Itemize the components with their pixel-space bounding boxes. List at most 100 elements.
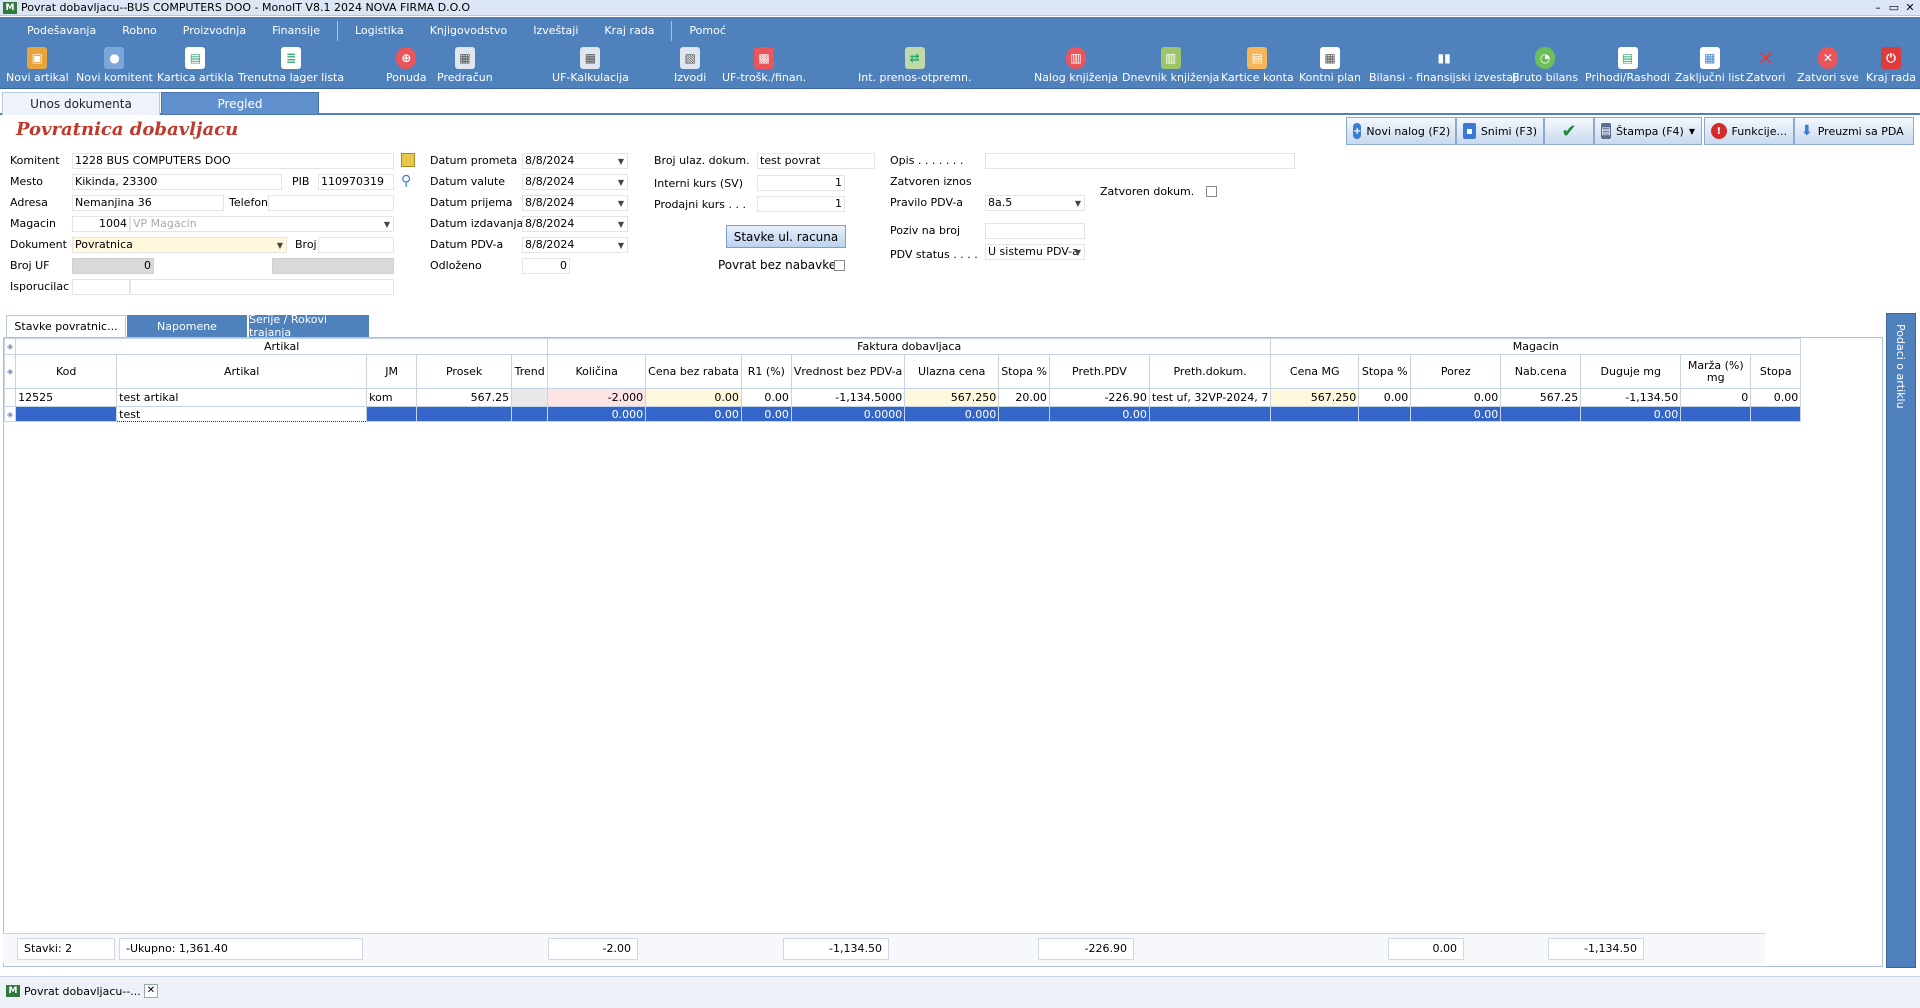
confirm-button[interactable]: ✔: [1544, 117, 1594, 145]
poziv-field[interactable]: [985, 223, 1085, 239]
cell-prosek[interactable]: 567.25: [416, 388, 513, 407]
cell-stopa-last[interactable]: [1750, 406, 1802, 422]
magacin-name-field[interactable]: VP Magacin ▼: [130, 216, 394, 232]
cell-duguje-mg[interactable]: -1,134.50: [1580, 388, 1682, 407]
tb-kraj-rada-button[interactable]: ⏻ Kraj rada: [1866, 47, 1916, 84]
tab-napomene[interactable]: Napomene: [127, 315, 247, 337]
tb-kontni-plan-button[interactable]: ▦ Kontni plan: [1299, 47, 1361, 84]
zatvoren-dokum-checkbox[interactable]: [1206, 186, 1217, 197]
col-nab-cena[interactable]: Nab.cena: [1500, 354, 1582, 389]
tab-serije-rokovi[interactable]: Serije / Rokovi trajanja: [249, 313, 369, 339]
col-marza-mg[interactable]: Marža (%) mg: [1680, 354, 1752, 389]
tb-dnevnik-knjizenja-button[interactable]: ▥ Dnevnik knjiženja: [1122, 47, 1219, 84]
tb-kartica-artikla-button[interactable]: ▤ Kartica artikla: [157, 47, 234, 84]
tb-novi-artikal-button[interactable]: ▣ Novi artikal: [6, 47, 69, 84]
odlozeno-field[interactable]: 0: [522, 258, 570, 274]
cell-jm[interactable]: kom: [366, 388, 418, 407]
tab-stavke-povratnice[interactable]: Stavke povratnic...: [6, 315, 126, 337]
cell-ulazna-cena[interactable]: 567.250: [904, 388, 1000, 407]
cell-porez[interactable]: 0.00: [1410, 388, 1502, 407]
tb-nalog-knjizenja-button[interactable]: ▥ Nalog knjiženja: [1034, 47, 1118, 84]
tb-predracun-button[interactable]: ▦ Predračun: [437, 47, 493, 84]
col-r1[interactable]: R1 (%): [740, 354, 792, 389]
cell-preth-pdv[interactable]: -226.90: [1048, 388, 1150, 407]
cell-jm[interactable]: [366, 406, 418, 422]
save-button[interactable]: ▪ Snimi (F3): [1456, 117, 1544, 145]
col-artikal[interactable]: Artikal: [116, 354, 368, 389]
opis-field[interactable]: [985, 153, 1295, 169]
col-cena-mg[interactable]: Cena MG: [1270, 354, 1360, 389]
col-vrednost-bez-pdv[interactable]: Vrednost bez PDV-a: [790, 354, 906, 389]
cell-r1[interactable]: 0.00: [740, 388, 792, 407]
menu-izvestaji[interactable]: Izveštaji: [520, 17, 591, 45]
cell-vrednost[interactable]: -1,134.5000: [790, 388, 906, 407]
broj-ulaz-field[interactable]: test povrat: [757, 153, 875, 169]
col-kolicina[interactable]: Količina: [547, 354, 647, 389]
cell-prosek[interactable]: [416, 406, 513, 422]
cell-stopa-mg[interactable]: [1358, 406, 1412, 422]
pravilo-select[interactable]: 8a.5 ▼: [985, 195, 1085, 211]
tb-novi-komitent-button[interactable]: ● Novi komitent: [76, 47, 153, 84]
tb-int-prenos-button[interactable]: ⇄ Int. prenos-otpremn.: [858, 47, 971, 84]
broj-field[interactable]: [318, 237, 394, 253]
tb-uf-kalkulacija-button[interactable]: ▦ UF-Kalkulacija: [552, 47, 629, 84]
isporucilac-code-field[interactable]: [72, 279, 130, 295]
new-row-indicator-icon[interactable]: ◈: [3, 406, 17, 422]
cell-nab-cena[interactable]: [1500, 406, 1582, 422]
cell-stopa-last[interactable]: 0.00: [1750, 388, 1802, 407]
col-jm[interactable]: JM: [366, 354, 418, 389]
col-stopa[interactable]: Stopa %: [998, 354, 1050, 389]
cell-stopa-mg[interactable]: 0.00: [1358, 388, 1412, 407]
cell-artikal-editing[interactable]: test: [116, 406, 368, 422]
pib-field[interactable]: 110970319: [318, 174, 394, 190]
povrat-bez-nabavke-checkbox[interactable]: [834, 260, 845, 271]
cell-ulazna-cena[interactable]: 0.000: [904, 406, 1000, 422]
menu-proizvodnja[interactable]: Proizvodnja: [170, 17, 259, 45]
pdv-status-select[interactable]: U sistemu PDV-a ▼: [985, 244, 1085, 260]
datum-pdva-field[interactable]: 8/8/2024 ▼: [522, 237, 628, 253]
search-icon[interactable]: ⚲: [401, 173, 411, 189]
close-window-button[interactable]: ✕: [1902, 0, 1918, 15]
cell-stopa[interactable]: [998, 406, 1050, 422]
menu-finansije[interactable]: Finansije: [259, 17, 333, 45]
col-cena-bez-rabata[interactable]: Cena bez rabata: [645, 354, 742, 389]
cell-preth-dokum[interactable]: test uf, 32VP-2024, 7: [1148, 388, 1272, 407]
col-trend[interactable]: Trend: [511, 354, 549, 389]
col-prosek[interactable]: Prosek: [416, 354, 513, 389]
menu-robno[interactable]: Robno: [109, 17, 170, 45]
cell-preth-pdv[interactable]: 0.00: [1048, 406, 1150, 422]
col-kod[interactable]: Kod: [15, 354, 118, 389]
adresa-field[interactable]: Nemanjina 36: [72, 195, 224, 211]
cell-cena-mg[interactable]: [1270, 406, 1360, 422]
tb-izvodi-button[interactable]: ▧ Izvodi: [674, 47, 706, 84]
cell-kod[interactable]: 12525: [15, 388, 118, 407]
interni-kurs-field[interactable]: 1: [757, 175, 845, 191]
col-porez[interactable]: Porez: [1410, 354, 1502, 389]
stavke-ul-racuna-button[interactable]: Stavke ul. racuna: [726, 225, 846, 248]
tb-zatvori-sve-button[interactable]: ✕ Zatvori sve: [1797, 47, 1859, 84]
tb-zakljucni-list-button[interactable]: ▦ Zaključni list: [1675, 47, 1744, 84]
cell-duguje-mg[interactable]: 0.00: [1580, 406, 1682, 422]
tb-zatvori-button[interactable]: ✕ Zatvori: [1746, 46, 1785, 84]
col-ulazna-cena[interactable]: Ulazna cena: [904, 354, 1000, 389]
datum-prometa-field[interactable]: 8/8/2024 ▼: [522, 153, 628, 169]
prodajni-kurs-field[interactable]: 1: [757, 196, 845, 212]
tb-lager-lista-button[interactable]: ≣ Trenutna lager lista: [238, 47, 344, 84]
menu-kraj-rada[interactable]: Kraj rada: [591, 17, 667, 45]
tb-bruto-bilans-button[interactable]: ◔ Bruto bilans: [1512, 47, 1578, 84]
minimize-button[interactable]: –: [1870, 0, 1886, 15]
document-tab[interactable]: M Povrat dobavljacu--... ✕: [3, 981, 158, 1001]
new-order-button[interactable]: + Novi nalog (F2): [1346, 117, 1456, 145]
functions-button[interactable]: ! Funkcije...: [1704, 117, 1794, 145]
tb-ponuda-button[interactable]: ⊕ Ponuda: [386, 47, 427, 84]
cell-porez[interactable]: 0.00: [1410, 406, 1502, 422]
cell-artikal[interactable]: test artikal: [116, 388, 368, 407]
cell-vrednost[interactable]: 0.0000: [790, 406, 906, 422]
menu-logistika[interactable]: Logistika: [342, 17, 417, 45]
tb-bilansi-button[interactable]: ▮▮ Bilansi - finansijski izvestaji: [1369, 47, 1519, 84]
menu-pomoc[interactable]: Pomoć: [676, 17, 738, 45]
cell-trend[interactable]: [511, 388, 549, 407]
pda-button[interactable]: ⬇ Preuzmi sa PDA: [1794, 117, 1914, 145]
telefon-field[interactable]: [268, 195, 394, 211]
datum-izdavanja-field[interactable]: 8/8/2024 ▼: [522, 216, 628, 232]
